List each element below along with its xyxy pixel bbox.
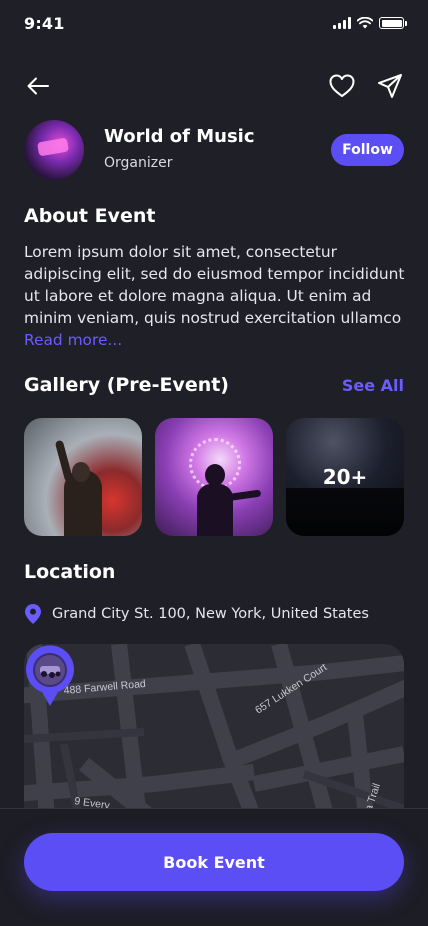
- gallery-heading: Gallery (Pre-Event): [24, 374, 229, 396]
- arrow-left-icon: [27, 77, 49, 95]
- organizer-role: Organizer: [104, 155, 173, 171]
- map-marker-icon[interactable]: [24, 644, 76, 706]
- wifi-icon: [357, 17, 373, 29]
- location-pin-icon: [24, 603, 42, 625]
- see-all-link[interactable]: See All: [342, 376, 404, 395]
- gallery-photo[interactable]: [155, 418, 273, 536]
- back-button[interactable]: [22, 70, 54, 102]
- status-icons: [333, 17, 407, 29]
- location-heading: Location: [24, 561, 116, 583]
- cellular-signal-icon: [333, 17, 351, 29]
- address-text: Grand City St. 100, New York, United Sta…: [52, 606, 369, 622]
- organizer-card: World of Music Organizer Follow: [24, 120, 404, 182]
- send-icon: [378, 74, 402, 98]
- about-event-text: Lorem ipsum dolor sit amet, consectetur …: [24, 243, 405, 327]
- about-event-heading: About Event: [24, 205, 156, 227]
- read-more-link[interactable]: Read more...: [24, 329, 122, 351]
- gallery-more-photos[interactable]: 20+: [286, 418, 404, 536]
- bottom-action-bar: Book Event: [0, 808, 428, 926]
- organizer-name[interactable]: World of Music: [104, 126, 255, 147]
- gallery-more-count: 20+: [322, 465, 368, 489]
- status-time: 9:41: [24, 13, 65, 33]
- book-event-button[interactable]: Book Event: [24, 833, 404, 891]
- battery-icon: [379, 17, 407, 29]
- heart-icon: [329, 74, 355, 97]
- top-navigation: [0, 66, 428, 106]
- favorite-button[interactable]: [326, 70, 358, 102]
- share-button[interactable]: [374, 70, 406, 102]
- status-bar: 9:41: [0, 0, 428, 46]
- organizer-avatar[interactable]: [24, 120, 84, 180]
- address-row: Grand City St. 100, New York, United Sta…: [24, 602, 369, 626]
- gallery-strip: 20+: [24, 418, 404, 536]
- follow-button[interactable]: Follow: [331, 134, 404, 166]
- gallery-photo[interactable]: [24, 418, 142, 536]
